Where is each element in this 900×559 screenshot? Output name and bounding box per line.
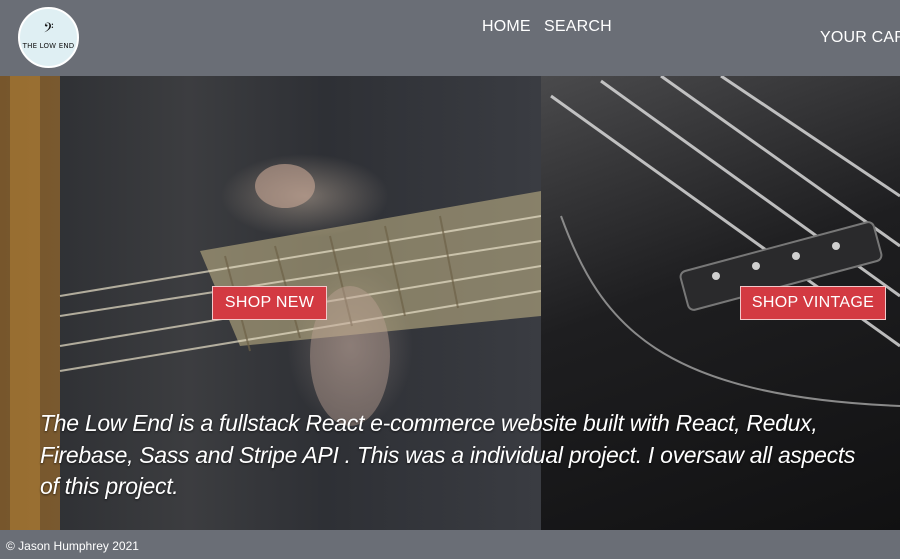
site-header: 𝄢 THE LOW END HOME SEARCH YOUR CART (0, 0, 900, 76)
bass-clef-icon: 𝄢 (43, 19, 54, 39)
nav-search-link[interactable]: SEARCH (544, 18, 612, 36)
site-logo[interactable]: 𝄢 THE LOW END (18, 7, 79, 68)
logo-text: THE LOW END (22, 41, 75, 50)
nav-cart-link[interactable]: YOUR CART (820, 29, 900, 47)
nav-home-link[interactable]: HOME (482, 18, 531, 36)
hero-section: SHOP NEW SHOP VINTAGE The Low End is a f… (0, 76, 900, 530)
project-description: The Low End is a fullstack React e-comme… (40, 410, 856, 499)
shop-new-button[interactable]: SHOP NEW (212, 286, 327, 320)
shop-vintage-button[interactable]: SHOP VINTAGE (740, 286, 886, 320)
site-footer: © Jason Humphrey 2021 (0, 530, 900, 559)
copyright-text: © Jason Humphrey 2021 (6, 539, 139, 553)
